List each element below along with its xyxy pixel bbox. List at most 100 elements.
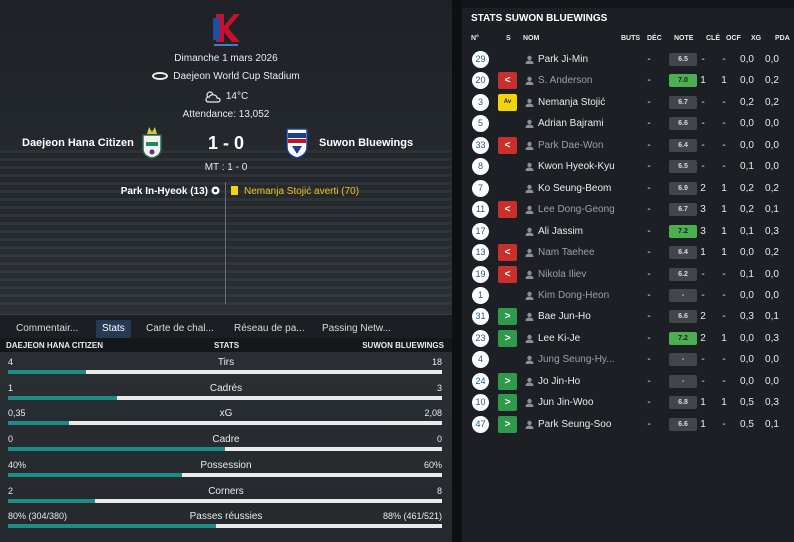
- player-row[interactable]: 10 > Jun Jin-Woo -1 1 0,5 0,3 6.8: [462, 392, 794, 413]
- tab-stats[interactable]: Stats: [96, 320, 131, 338]
- player-name[interactable]: Lee Ki-Je: [538, 333, 580, 344]
- player-row[interactable]: 13 < Nam Taehee -1 1 0,0 0,2 6.4: [462, 242, 794, 263]
- player-row[interactable]: 19 < Nikola Iliev - - -0,1 0,0 6.2: [462, 264, 794, 285]
- stat-row: 0 Cadre 0: [0, 432, 452, 458]
- player-name[interactable]: Adrian Bajrami: [538, 118, 604, 129]
- player-icon: [525, 377, 534, 386]
- yellow-card-badge: Av: [498, 93, 517, 111]
- rating-badge: 6.7: [669, 203, 697, 217]
- player-name[interactable]: S. Anderson: [538, 75, 592, 86]
- col-rating[interactable]: NOTE: [674, 35, 693, 42]
- col-chances[interactable]: OCF: [726, 35, 741, 42]
- player-icon: [525, 120, 534, 129]
- col-num[interactable]: N°: [471, 35, 479, 42]
- player-row[interactable]: 23 > Lee Ki-Je -2 1 0,0 0,3 7.2: [462, 328, 794, 349]
- player-name[interactable]: Park Ji-Min: [538, 54, 588, 65]
- player-row[interactable]: 33 < Park Dae-Won - - -0,0 0,0 6.4: [462, 135, 794, 156]
- home-header: DAEJEON HANA CITIZEN: [6, 341, 104, 350]
- player-name[interactable]: Lee Dong-Geong: [538, 204, 615, 215]
- tab-pass-network[interactable]: Réseau de pa...: [228, 320, 311, 338]
- player-icon: [525, 163, 534, 172]
- shirt-number: 20: [472, 72, 489, 90]
- player-row[interactable]: 17 Ali Jassim -3 1 0,1 0,3 7.2: [462, 221, 794, 242]
- col-key-passes[interactable]: CLÉ: [706, 35, 720, 42]
- temperature: 14°C: [225, 91, 249, 103]
- player-name[interactable]: Park Seung-Soo: [538, 419, 611, 430]
- player-name[interactable]: Kwon Hyeok-Kyu: [538, 161, 615, 172]
- col-sub[interactable]: S: [506, 35, 511, 42]
- stat-xg: 0,0: [740, 289, 754, 301]
- player-row[interactable]: 7 Ko Seung-Beom -2 1 0,2 0,2 6.9: [462, 178, 794, 199]
- col-goals[interactable]: BUTS: [621, 35, 640, 42]
- shirt-number: 13: [472, 244, 489, 262]
- stat-xg: 0,0: [740, 139, 754, 151]
- away-value: 18: [431, 357, 442, 367]
- stadium-row: Daejeon World Cup Stadium: [0, 71, 452, 82]
- stat-xg: 0,5: [740, 418, 754, 430]
- player-name[interactable]: Jo Jin-Ho: [538, 376, 580, 387]
- rating-badge: -: [669, 288, 697, 302]
- stat-pda: 0,0: [765, 139, 779, 151]
- stat-row: 80% (304/380) Passes réussies 88% (461/521…: [0, 509, 452, 535]
- competition-logo: [213, 14, 240, 46]
- match-date: Dimanche 1 mars 2026: [174, 53, 278, 64]
- stat-xg: 0,0: [740, 75, 754, 87]
- stat-bar-home-fill: [8, 472, 182, 477]
- stat-xg: 0,2: [740, 204, 754, 216]
- tab-shot-map[interactable]: Carte de chal...: [140, 320, 220, 338]
- player-name[interactable]: Nam Taehee: [538, 247, 595, 258]
- stat-bar: [8, 524, 442, 529]
- player-row[interactable]: 3 Av Nemanja Stojić - - -0,2 0,2 6.7: [462, 92, 794, 113]
- player-row[interactable]: 1 Kim Dong-Heon - - -0,0 0,0-: [462, 285, 794, 306]
- player-name[interactable]: Ali Jassim: [538, 226, 583, 237]
- stat-dec: -: [647, 354, 651, 366]
- player-row[interactable]: 4 Jung Seung-Hy... - - -0,0 0,0-: [462, 349, 794, 370]
- player-row[interactable]: 8 Kwon Hyeok-Kyu - - -0,1 0,0 6.5: [462, 156, 794, 177]
- rating-badge: 7.2: [669, 331, 697, 345]
- rating-badge: 6.5: [669, 160, 697, 174]
- player-name[interactable]: Jun Jin-Woo: [538, 397, 593, 408]
- stat-ocf: -: [722, 354, 726, 366]
- stat-dec: -: [647, 225, 651, 237]
- player-name[interactable]: Kim Dong-Heon: [538, 290, 609, 301]
- stat-pda: 0,3: [765, 332, 779, 344]
- col-decisive[interactable]: DÉC: [647, 35, 662, 42]
- player-row[interactable]: 24 > Jo Jin-Ho - - -0,0 0,0-: [462, 371, 794, 392]
- away-value: 0: [436, 434, 442, 445]
- away-team-badge[interactable]: [285, 127, 309, 159]
- shirt-number: 3: [472, 93, 489, 111]
- away-team-name[interactable]: Suwon Bluewings: [319, 137, 413, 149]
- player-name[interactable]: Nemanja Stojić: [538, 97, 605, 108]
- stat-name: Tirs: [217, 357, 235, 368]
- player-row[interactable]: 29 Park Ji-Min - - -0,0 0,0 6.5: [462, 49, 794, 70]
- stat-xg: 0,0: [740, 354, 754, 366]
- stat-ocf: -: [722, 418, 726, 430]
- col-pda[interactable]: PDA: [775, 35, 790, 42]
- player-row[interactable]: 5 Adrian Bajrami - - -0,0 0,0 6.6: [462, 113, 794, 134]
- player-row[interactable]: 31 > Bae Jun-Ho -2-0,3 0,1 6.6: [462, 306, 794, 327]
- stat-ocf: -: [722, 161, 726, 173]
- away-value: 60%: [423, 459, 442, 470]
- stat-row: 2 Corners 8: [0, 484, 452, 510]
- stat-xg: 0,2: [740, 182, 754, 194]
- player-name[interactable]: Nikola Iliev: [538, 269, 586, 280]
- sub-on-icon: >: [498, 329, 517, 347]
- tab-commentary[interactable]: Commentair...: [10, 320, 84, 338]
- player-name[interactable]: Jung Seung-Hy...: [538, 354, 615, 365]
- player-row[interactable]: 47 > Park Seung-Soo -1-0,5 0,1 6.6: [462, 414, 794, 435]
- rating-badge: 7.2: [669, 224, 697, 238]
- home-goal-event[interactable]: Park In-Hyeok (13): [0, 186, 220, 197]
- rating-badge: 6.2: [669, 267, 697, 281]
- player-name[interactable]: Bae Jun-Ho: [538, 311, 591, 322]
- away-card-event[interactable]: Nemanja Stojić averti (70): [231, 186, 359, 197]
- col-xg[interactable]: XG: [751, 35, 761, 42]
- player-row[interactable]: 20 < S. Anderson -1 1 0,0 0,2 7.0: [462, 70, 794, 91]
- player-name[interactable]: Ko Seung-Beom: [538, 183, 611, 194]
- match-header: Dimanche 1 mars 2026 Daejeon World Cup S…: [0, 0, 452, 312]
- player-row[interactable]: 11 < Lee Dong-Geong -3 1 0,2 0,1 6.7: [462, 199, 794, 220]
- rating-badge: 6.8: [669, 396, 697, 410]
- player-name[interactable]: Park Dae-Won: [538, 140, 603, 151]
- col-name[interactable]: NOM: [523, 35, 539, 42]
- tab-passing-network[interactable]: Passing Netw...: [316, 320, 397, 338]
- stat-pda: 0,1: [765, 204, 779, 216]
